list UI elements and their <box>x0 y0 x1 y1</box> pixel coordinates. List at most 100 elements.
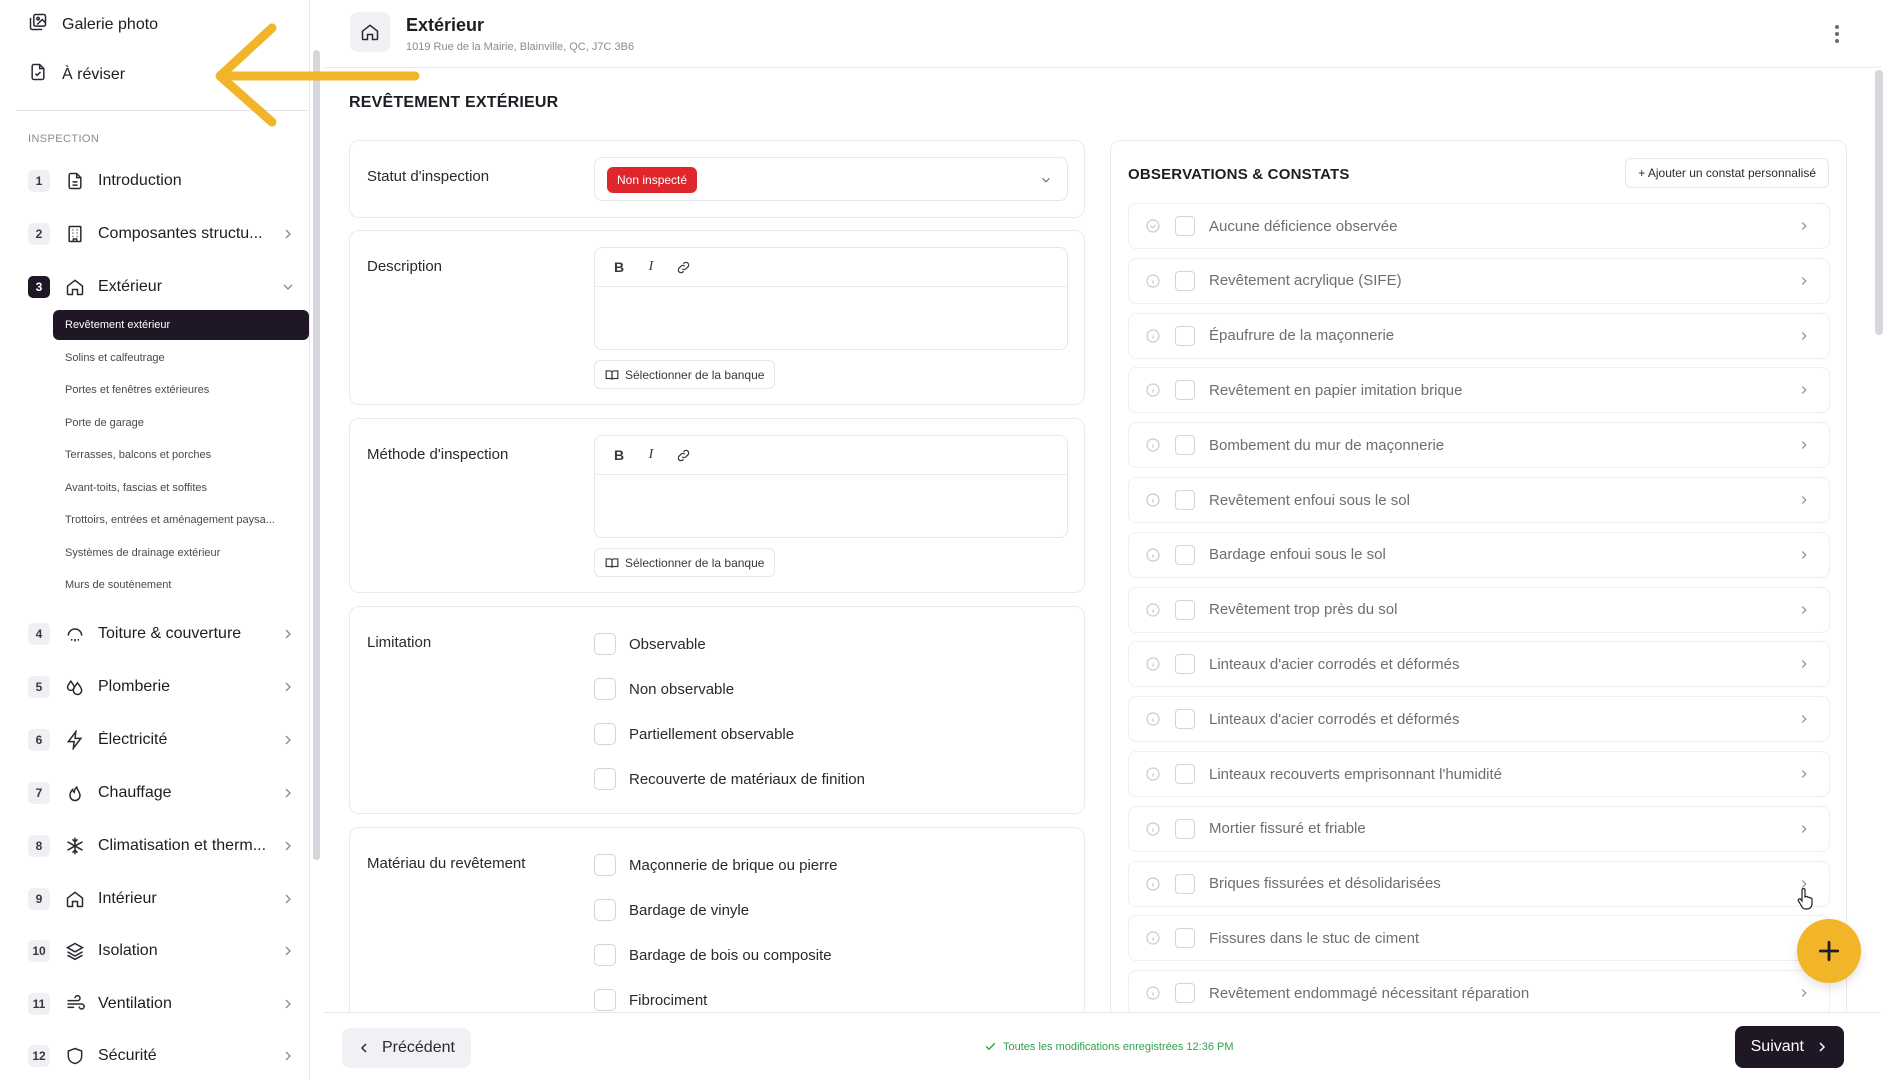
observation-row[interactable]: Revêtement acrylique (SIFE) <box>1128 257 1830 304</box>
observation-row[interactable]: Linteaux recouverts emprisonnant l'humid… <box>1128 751 1830 797</box>
sidebar-item-ventilation[interactable]: 11 Ventilation <box>28 989 296 1019</box>
italic-button[interactable]: I <box>641 445 661 465</box>
info-icon[interactable] <box>1145 766 1161 782</box>
link-button[interactable] <box>673 257 693 277</box>
sidebar-item-securite[interactable]: 12 Sécurité <box>28 1041 296 1071</box>
subitem-terrasses[interactable]: Terrasses, balcons et porches <box>53 440 309 470</box>
italic-button[interactable]: I <box>641 257 661 277</box>
sidebar-item-interieur[interactable]: 9 Intérieur <box>28 884 296 914</box>
material-option-vinyl[interactable]: Bardage de vinyle <box>594 899 749 921</box>
sidebar-item-plomberie[interactable]: 5 Plomberie <box>28 672 296 702</box>
subitem-porte-garage[interactable]: Porte de garage <box>53 408 309 438</box>
checkbox[interactable] <box>594 723 616 745</box>
method-text-area[interactable] <box>595 475 1067 537</box>
method-editor[interactable]: B I <box>594 435 1068 538</box>
observation-checkbox[interactable] <box>1175 325 1195 346</box>
limitation-option-covered[interactable]: Recouverte de matériaux de finition <box>594 768 865 790</box>
review-link[interactable]: À réviser <box>28 62 125 87</box>
bold-button[interactable]: B <box>609 257 629 277</box>
subitem-revetement-exterieur[interactable]: Revêtement extérieur <box>53 310 309 340</box>
observation-checkbox[interactable] <box>1175 873 1195 894</box>
previous-button[interactable]: Précédent <box>342 1028 471 1068</box>
add-fab-button[interactable] <box>1797 919 1861 983</box>
info-icon[interactable] <box>1145 985 1161 1001</box>
observation-checkbox[interactable] <box>1175 490 1195 510</box>
sidebar-item-chauffage[interactable]: 7 Chauffage <box>28 778 296 808</box>
info-icon[interactable] <box>1145 492 1161 508</box>
main-scrollbar[interactable] <box>1875 70 1883 335</box>
observation-checkbox[interactable] <box>1175 216 1195 236</box>
sidebar-item-climatisation[interactable]: 8 Climatisation et therm... <box>28 831 296 861</box>
subitem-portes-fenetres[interactable]: Portes et fenêtres extérieures <box>53 375 309 405</box>
observation-row[interactable]: Linteaux d'acier corrodés et déformés <box>1128 641 1830 688</box>
subitem-murs-soutenement[interactable]: Murs de soutènement <box>53 570 309 600</box>
checkbox[interactable] <box>594 633 616 655</box>
observation-checkbox[interactable] <box>1175 983 1195 1004</box>
observation-checkbox[interactable] <box>1175 380 1195 401</box>
observation-checkbox[interactable] <box>1175 928 1195 949</box>
observation-checkbox[interactable] <box>1175 544 1195 565</box>
next-button[interactable]: Suivant <box>1734 1026 1844 1068</box>
info-icon[interactable] <box>1145 437 1161 453</box>
observation-row[interactable]: Revêtement endommagé nécessitant réparat… <box>1128 970 1830 1017</box>
sidebar-item-introduction[interactable]: 1 Introduction <box>28 166 296 196</box>
info-icon[interactable] <box>1145 876 1161 892</box>
sidebar-item-exterieur[interactable]: 3 Extérieur <box>28 272 296 302</box>
observation-row[interactable]: Bardage enfoui sous le sol <box>1128 531 1830 578</box>
info-icon[interactable] <box>1145 656 1161 672</box>
subitem-trottoirs[interactable]: Trottoirs, entrées et aménagement paysa.… <box>53 505 309 535</box>
observation-checkbox[interactable] <box>1175 709 1195 730</box>
observation-row[interactable]: Mortier fissuré et friable <box>1128 805 1830 852</box>
link-button[interactable] <box>673 445 693 465</box>
observation-row[interactable]: Linteaux d'acier corrodés et déformés <box>1128 696 1830 743</box>
info-icon[interactable] <box>1145 382 1161 398</box>
sidebar-scrollbar[interactable] <box>313 50 320 860</box>
info-icon[interactable] <box>1145 547 1161 563</box>
sidebar-item-toiture[interactable]: 4 Toiture & couverture <box>28 619 296 649</box>
material-option-masonry[interactable]: Maçonnerie de brique ou pierre <box>594 854 837 876</box>
description-editor[interactable]: B I <box>594 247 1068 350</box>
limitation-option-partial[interactable]: Partiellement observable <box>594 723 794 745</box>
observation-row[interactable]: Fissures dans le stuc de ciment <box>1128 915 1830 962</box>
add-custom-finding-button[interactable]: + Ajouter un constat personnalisé <box>1625 158 1829 188</box>
method-bank-button[interactable]: Sélectionner de la banque <box>594 548 776 577</box>
home-button[interactable] <box>350 12 390 52</box>
info-icon[interactable] <box>1145 273 1161 289</box>
observation-checkbox[interactable] <box>1175 599 1195 620</box>
checkbox[interactable] <box>594 989 616 1011</box>
subitem-drainage[interactable]: Systèmes de drainage extérieur <box>53 538 309 568</box>
info-icon[interactable] <box>1145 602 1161 618</box>
info-icon[interactable] <box>1145 711 1161 727</box>
description-bank-button[interactable]: Sélectionner de la banque <box>594 360 776 389</box>
status-select[interactable]: Non inspecté <box>594 157 1068 201</box>
checkbox[interactable] <box>594 944 616 966</box>
photo-gallery-link[interactable]: Galerie photo <box>28 12 158 37</box>
observation-row[interactable]: Bombement du mur de maçonnerie <box>1128 422 1830 469</box>
checkbox[interactable] <box>594 854 616 876</box>
bold-button[interactable]: B <box>609 445 629 465</box>
observation-checkbox[interactable] <box>1175 654 1195 675</box>
material-option-wood[interactable]: Bardage de bois ou composite <box>594 944 832 966</box>
observation-checkbox[interactable] <box>1175 435 1195 456</box>
observation-row[interactable]: Revêtement trop près du sol <box>1128 586 1830 633</box>
more-options-button[interactable] <box>1827 22 1847 46</box>
observation-row[interactable]: Briques fissurées et désolidarisées <box>1128 860 1830 907</box>
subitem-avant-toits[interactable]: Avant-toits, fascias et soffites <box>53 473 309 503</box>
limitation-option-observable[interactable]: Observable <box>594 633 706 655</box>
checkbox[interactable] <box>594 899 616 921</box>
info-icon[interactable] <box>1145 821 1161 837</box>
limitation-option-non-observable[interactable]: Non observable <box>594 678 734 700</box>
observation-row[interactable]: Épaufrure de la maçonnerie <box>1128 312 1830 359</box>
observation-row[interactable]: Aucune déficience observée <box>1128 203 1830 249</box>
subitem-solins[interactable]: Solins et calfeutrage <box>53 343 309 373</box>
observation-row[interactable]: Revêtement enfoui sous le sol <box>1128 477 1830 523</box>
description-text-area[interactable] <box>595 287 1067 349</box>
sidebar-item-structure[interactable]: 2 Composantes structu... <box>28 219 296 249</box>
material-option-fiber-cement[interactable]: Fibrociment <box>594 989 707 1011</box>
info-icon[interactable] <box>1145 930 1161 946</box>
check-circle-icon[interactable] <box>1145 218 1161 234</box>
sidebar-item-isolation[interactable]: 10 Isolation <box>28 936 296 966</box>
sidebar-item-electricite[interactable]: 6 Électricité <box>28 725 296 755</box>
observation-checkbox[interactable] <box>1175 818 1195 839</box>
checkbox[interactable] <box>594 768 616 790</box>
